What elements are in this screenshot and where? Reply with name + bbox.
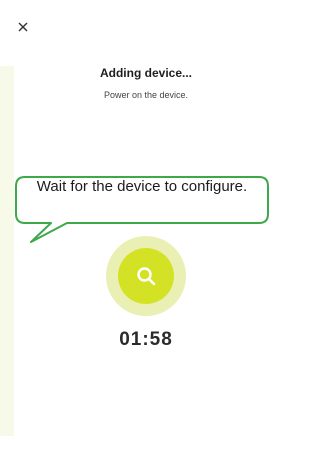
countdown-timer: 01:58 [119, 329, 173, 350]
status-bar [0, 0, 279, 8]
searching-indicator [106, 236, 186, 316]
close-button[interactable] [12, 16, 34, 38]
side-panel [0, 66, 14, 436]
search-icon [137, 267, 156, 286]
adding-device-screen: Adding device... Power on the device. Wa… [0, 0, 279, 466]
callout-text: Wait for the device to configure. [36, 178, 248, 195]
instruction-callout: Wait for the device to configure. [15, 176, 269, 243]
close-icon [18, 22, 28, 32]
page-title: Adding device... [99, 66, 192, 80]
page-subtitle: Power on the device. [103, 90, 189, 100]
searching-indicator-core [118, 248, 174, 304]
